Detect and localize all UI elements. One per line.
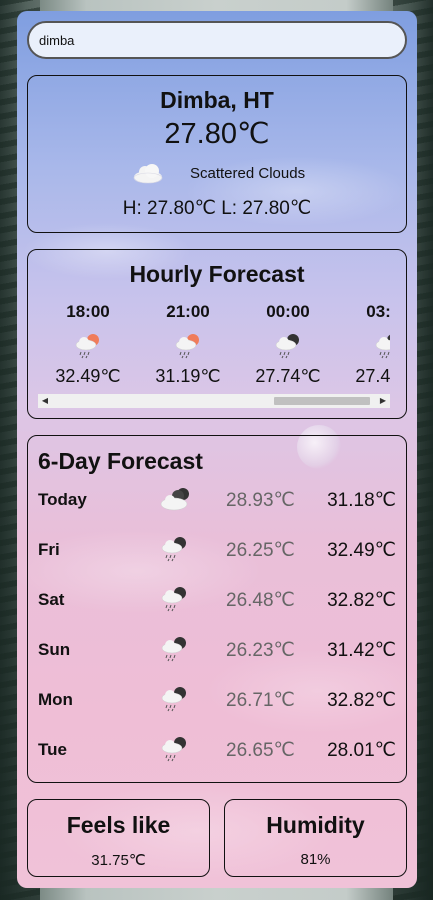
- forecast-day-row: Mon 26.71℃ 32.82℃: [28, 686, 406, 716]
- day-min-temperature: 26.25℃: [226, 540, 295, 561]
- scrollbar-thumb[interactable]: [274, 397, 370, 405]
- forecast-day-row: Sun 26.23℃ 31.42℃: [28, 636, 406, 666]
- feels-like-title: Feels like: [66, 812, 171, 838]
- scroll-right-icon[interactable]: ▶: [376, 394, 390, 408]
- six-day-forecast-card: 6-Day Forecast Today 28.93℃ 31.18℃ Fri 2…: [27, 435, 407, 783]
- hour-time: 18:00: [66, 302, 110, 321]
- day-name: Tue: [38, 740, 67, 759]
- cloudy-night-icon: [160, 488, 189, 511]
- humidity-card: Humidity 81%: [224, 799, 407, 877]
- hourly-item: 00:00 27.74℃: [238, 298, 338, 387]
- hour-temperature: 31.19℃: [155, 366, 221, 386]
- rain-moon-icon: [161, 687, 186, 712]
- current-temperature: 27.80℃: [164, 118, 270, 150]
- six-day-forecast-title: 6-Day Forecast: [38, 448, 203, 474]
- forecast-day-row: Today 28.93℃ 31.18℃: [28, 486, 406, 516]
- scroll-left-icon[interactable]: ◀: [38, 394, 52, 408]
- hourly-forecast-title: Hourly Forecast: [129, 261, 305, 287]
- hour-temperature: 27.74℃: [255, 366, 321, 386]
- humidity-title: Humidity: [266, 812, 365, 838]
- city-search-input[interactable]: [27, 21, 407, 59]
- day-min-temperature: 28.93℃: [226, 490, 295, 511]
- day-name: Sun: [38, 640, 71, 659]
- day-max-temperature: 31.42℃: [327, 640, 396, 661]
- hour-temperature: 27.40℃: [355, 366, 390, 386]
- location-name: Dimba, HT: [160, 87, 274, 113]
- feels-like-card: Feels like 31.75℃: [27, 799, 210, 877]
- high-low-temperature: H: 27.80℃ L: 27.80℃: [122, 198, 312, 219]
- condition-text: Scattered Clouds: [190, 165, 306, 182]
- day-max-temperature: 31.18℃: [327, 490, 396, 511]
- forecast-day-row: Fri 26.25℃ 32.49℃: [28, 536, 406, 566]
- rain-moon-icon: [375, 334, 390, 359]
- rain-moon-icon: [161, 737, 186, 762]
- rain-sun-icon: [75, 334, 99, 359]
- current-weather-card: Dimba, HT 27.80℃ Scattered Clouds H: 27.…: [27, 75, 407, 233]
- hourly-forecast-card: Hourly Forecast 18:00 32.49℃ 21:00 31.19…: [27, 249, 407, 419]
- hourly-item: 18:00 32.49℃: [38, 298, 138, 387]
- rain-moon-icon: [161, 587, 186, 612]
- day-max-temperature: 32.49℃: [327, 540, 396, 561]
- day-min-temperature: 26.23℃: [226, 640, 295, 661]
- day-max-temperature: 28.01℃: [327, 740, 396, 761]
- rain-moon-icon: [275, 334, 299, 359]
- day-name: Mon: [38, 690, 73, 709]
- day-name: Fri: [38, 540, 60, 559]
- hourly-item: 03:00 27.40℃: [338, 298, 390, 387]
- humidity-value: 81%: [300, 851, 331, 868]
- day-max-temperature: 32.82℃: [327, 690, 396, 711]
- day-name: Sat: [38, 590, 65, 609]
- day-min-temperature: 26.71℃: [226, 690, 295, 711]
- cloud-icon: [133, 164, 163, 184]
- hourly-horizontal-scrollbar[interactable]: ◀ ▶: [38, 394, 390, 408]
- hour-temperature: 32.49℃: [55, 366, 121, 386]
- rain-sun-icon: [175, 334, 199, 359]
- feels-like-value: 31.75℃: [91, 852, 146, 869]
- day-max-temperature: 32.82℃: [327, 590, 396, 611]
- hourly-item: 21:00 31.19℃: [138, 298, 238, 387]
- day-name: Today: [38, 490, 87, 509]
- rain-moon-icon: [161, 537, 186, 562]
- hourly-forecast-list[interactable]: 18:00 32.49℃ 21:00 31.19℃ 00:00 27.74℃ 0…: [38, 298, 390, 394]
- day-min-temperature: 26.48℃: [226, 590, 295, 611]
- forecast-day-row: Tue 26.65℃ 28.01℃: [28, 736, 406, 766]
- hour-time: 03:00: [366, 302, 390, 321]
- hour-time: 00:00: [266, 302, 310, 321]
- hour-time: 21:00: [166, 302, 210, 321]
- weather-app-panel: Dimba, HT 27.80℃ Scattered Clouds H: 27.…: [17, 11, 417, 888]
- rain-moon-icon: [161, 637, 186, 662]
- forecast-day-row: Sat 26.48℃ 32.82℃: [28, 586, 406, 616]
- day-min-temperature: 26.65℃: [226, 740, 295, 761]
